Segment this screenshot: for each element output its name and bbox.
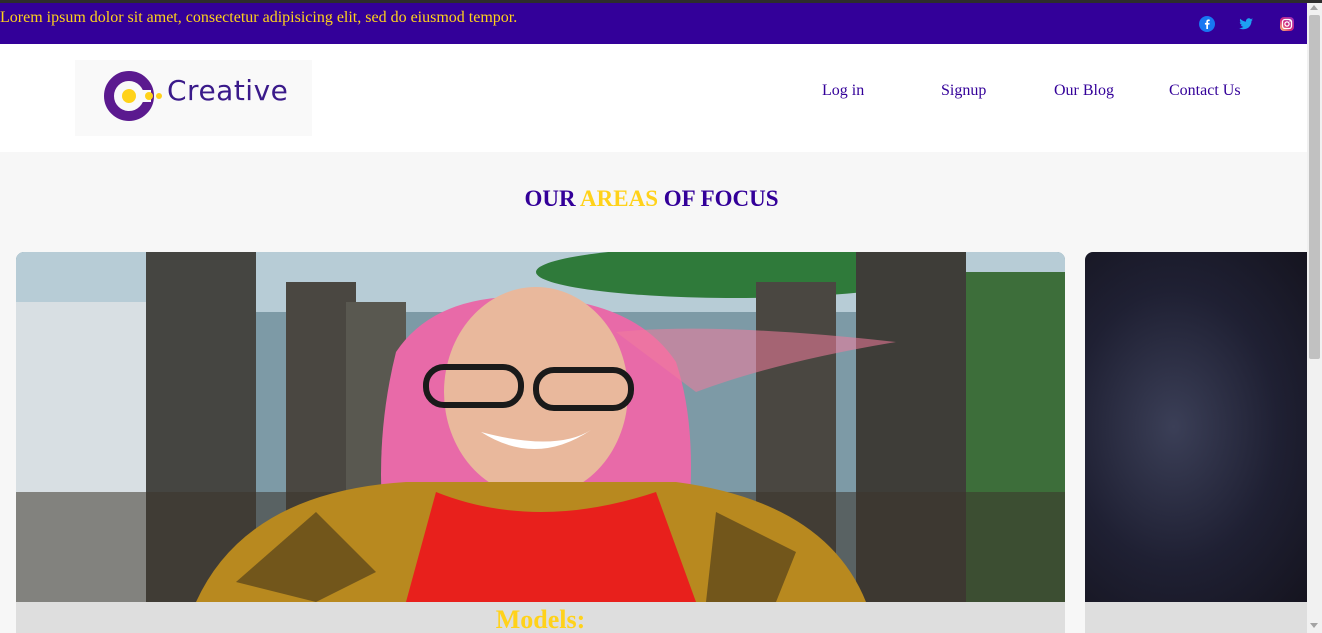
- top-bar: Lorem ipsum dolor sit amet, consectetur …: [0, 3, 1307, 44]
- focus-card-image: [16, 252, 1065, 602]
- focus-card-second-caption-bar: [1085, 602, 1307, 633]
- model-photo-illustration: [16, 252, 1065, 602]
- section-title-part2: OF FOCUS: [663, 186, 779, 211]
- nav-signup-link[interactable]: Signup: [941, 82, 986, 100]
- nav-login-link[interactable]: Log in: [822, 82, 864, 100]
- instagram-icon[interactable]: [1279, 16, 1295, 32]
- section-title: OUR AREAS OF FOCUS: [0, 186, 1303, 212]
- logo[interactable]: Creative: [75, 60, 312, 136]
- scroll-down-arrow-icon[interactable]: [1310, 623, 1318, 628]
- scrollbar-thumb[interactable]: [1309, 15, 1320, 359]
- page: Lorem ipsum dolor sit amet, consectetur …: [0, 0, 1322, 633]
- logo-mark-icon: [104, 71, 162, 121]
- facebook-icon[interactable]: [1199, 16, 1215, 32]
- site-header: Creative Log in Signup Our Blog Contact …: [0, 44, 1307, 152]
- page-scrollbar[interactable]: [1307, 3, 1322, 633]
- twitter-icon[interactable]: [1238, 16, 1254, 32]
- nav-contact-link[interactable]: Contact Us: [1169, 82, 1241, 100]
- logo-text: Creative: [167, 74, 289, 107]
- focus-card-models[interactable]: Models:: [16, 252, 1065, 633]
- section-title-part1: OUR: [524, 186, 576, 211]
- focus-card-caption: Models:: [495, 605, 586, 633]
- section-title-accent: AREAS: [580, 186, 659, 211]
- top-bar-tagline: Lorem ipsum dolor sit amet, consectetur …: [0, 9, 518, 26]
- focus-card-second-image: [1085, 252, 1307, 602]
- nav-blog-link[interactable]: Our Blog: [1054, 82, 1114, 100]
- focus-card-second[interactable]: [1085, 252, 1307, 633]
- scroll-up-arrow-icon[interactable]: [1310, 5, 1318, 10]
